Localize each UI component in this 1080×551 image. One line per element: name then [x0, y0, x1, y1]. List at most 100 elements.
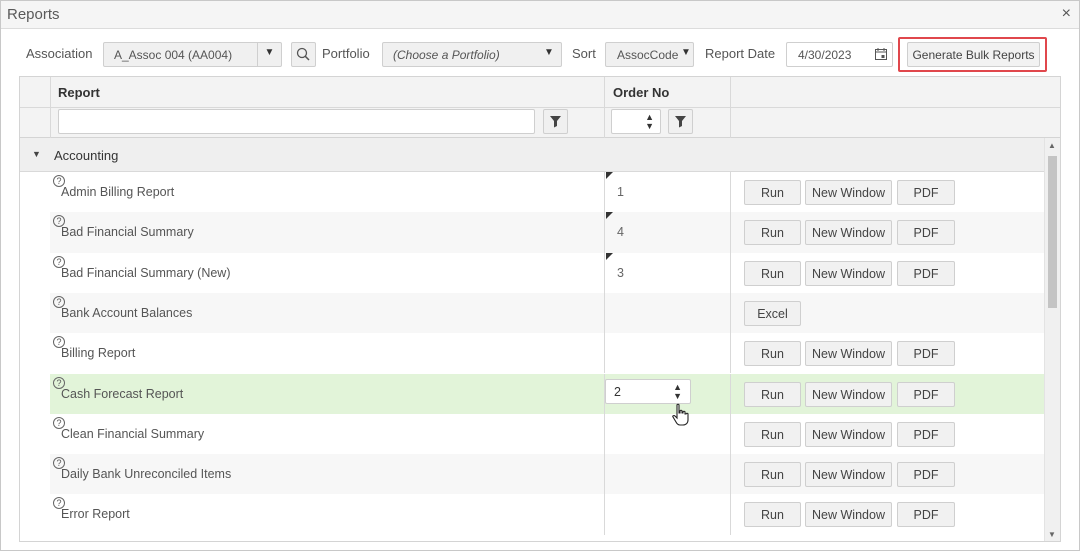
scroll-up-icon[interactable]: ▲ [1048, 141, 1056, 150]
excel-button[interactable]: Excel [744, 300, 801, 326]
filter-icon [550, 116, 561, 128]
order-no-cell[interactable]: 2 ▲ ▼ [604, 373, 730, 414]
report-name-cell: Admin Billing Report? [50, 172, 604, 212]
actions-cell: Excel [730, 292, 1044, 334]
table-row[interactable]: Bad Financial Summary (New)? 3 Run New Wind… [20, 252, 1044, 293]
report-filter-button[interactable] [543, 109, 568, 134]
order-no-cell[interactable]: 4 [604, 212, 730, 253]
actions-cell: Run New Window PDF [730, 373, 1044, 414]
table-row[interactable]: Bank Account Balances? Excel [20, 292, 1044, 334]
vertical-scrollbar[interactable]: ▲ ▼ [1044, 138, 1060, 541]
report-name: Error Report [61, 507, 130, 522]
run-button[interactable]: Run [744, 502, 801, 528]
table-row[interactable]: Bad Financial Summary? 4 Run New Window PDF [20, 212, 1044, 253]
pdf-button[interactable]: PDF [897, 502, 955, 528]
chevron-down-icon: ▼ [544, 47, 554, 58]
run-button[interactable]: Run [744, 180, 801, 205]
scroll-down-icon[interactable]: ▼ [1048, 530, 1056, 539]
new-window-button[interactable]: New Window [805, 260, 892, 286]
generate-bulk-reports-button[interactable]: Generate Bulk Reports [907, 42, 1040, 67]
report-name-cell: Error Report? [50, 494, 604, 534]
table-row[interactable]: Clean Financial Summary? Run New Window PDF [20, 413, 1044, 455]
run-button[interactable]: Run [744, 462, 801, 488]
report-name: Bank Account Balances [61, 305, 193, 320]
row-indent [20, 172, 50, 213]
report-name: Daily Bank Unreconciled Items [61, 467, 232, 482]
new-window-button[interactable]: New Window [805, 502, 892, 528]
reports-grid: Report Order No ▲ ▼ ▼ Accounting Admin B… [19, 76, 1061, 542]
pdf-button[interactable]: PDF [897, 421, 955, 447]
table-row[interactable]: Cash Forecast Report? 2 ▲ ▼ Run New Window PDF [20, 373, 1044, 414]
new-window-button[interactable]: New Window [805, 220, 892, 246]
new-window-button[interactable]: New Window [805, 462, 892, 488]
report-name-cell: Bad Financial Summary (New)? [50, 253, 604, 293]
header-divider [20, 107, 1060, 108]
pdf-button[interactable]: PDF [897, 180, 955, 205]
new-window-button[interactable]: New Window [805, 421, 892, 447]
actions-cell: Run New Window PDF [730, 413, 1044, 455]
order-no-cell[interactable] [604, 292, 730, 334]
chevron-down-icon: ▼ [681, 47, 691, 58]
run-button[interactable]: Run [744, 381, 801, 407]
report-date-field[interactable]: 4/30/2023 [786, 42, 893, 67]
row-indent [20, 413, 50, 455]
spinner-icon[interactable]: ▲ ▼ [645, 113, 654, 131]
pdf-button[interactable]: PDF [897, 341, 955, 367]
order-no-cell[interactable] [604, 413, 730, 455]
order-no-cell[interactable] [604, 333, 730, 374]
order-no-value: 4 [617, 225, 624, 240]
row-indent [20, 252, 50, 293]
new-window-button[interactable]: New Window [805, 180, 892, 205]
report-date-label: Report Date [705, 46, 776, 61]
portfolio-dropdown[interactable]: (Choose a Portfolio) ▼ [382, 42, 562, 67]
report-date-value: 4/30/2023 [798, 48, 852, 62]
association-dropdown[interactable]: A_Assoc 004 (AA004) ▼ [103, 42, 282, 67]
new-window-button[interactable]: New Window [805, 341, 892, 367]
dirty-cell-flag [606, 252, 613, 260]
close-icon[interactable]: × [1062, 5, 1071, 23]
table-row[interactable]: Admin Billing Report? 1 Run New Window PDF [20, 172, 1044, 213]
search-button[interactable] [291, 42, 316, 67]
order-no-editor[interactable]: 2 ▲ ▼ [605, 378, 691, 404]
sort-value: AssocCode [617, 48, 679, 62]
report-name-cell: Bad Financial Summary? [50, 212, 604, 253]
pdf-button[interactable]: PDF [897, 220, 955, 246]
search-icon [296, 47, 310, 61]
pdf-button[interactable]: PDF [897, 381, 955, 407]
table-row[interactable]: Error Report? Run New Window PDF [20, 494, 1044, 535]
table-row[interactable]: Daily Bank Unreconciled Items? Run New Win… [20, 454, 1044, 495]
spinner-icon[interactable]: ▲ ▼ [673, 382, 682, 401]
report-name-cell: Bank Account Balances? [50, 292, 604, 334]
table-row[interactable]: Billing Report? Run New Window PDF [20, 333, 1044, 374]
group-row-accounting[interactable]: ▼ Accounting [20, 138, 1044, 172]
scrollbar-thumb[interactable] [1048, 156, 1057, 308]
report-name: Billing Report [61, 346, 136, 361]
pdf-button[interactable]: PDF [897, 462, 955, 488]
report-name: Cash Forecast Report [61, 386, 184, 401]
row-indent [20, 454, 50, 495]
row-indent [20, 333, 50, 374]
reports-window: Reports × Association A_Assoc 004 (AA004… [0, 0, 1080, 551]
order-no-filter-input[interactable]: ▲ ▼ [611, 109, 661, 134]
run-button[interactable]: Run [744, 260, 801, 286]
order-no-cell[interactable]: 3 [604, 252, 730, 293]
report-name: Bad Financial Summary (New) [61, 265, 231, 280]
report-name: Bad Financial Summary [61, 225, 194, 240]
run-button[interactable]: Run [744, 341, 801, 367]
order-no-cell[interactable] [604, 454, 730, 495]
order-no-cell[interactable]: 1 [604, 172, 730, 213]
run-button[interactable]: Run [744, 421, 801, 447]
group-label: Accounting [54, 148, 119, 163]
calendar-icon[interactable] [874, 47, 888, 64]
sort-dropdown[interactable]: AssocCode ▼ [605, 42, 694, 67]
report-filter-input[interactable] [58, 109, 535, 134]
row-indent [20, 373, 50, 414]
pdf-button[interactable]: PDF [897, 260, 955, 286]
order-no-cell[interactable] [604, 494, 730, 535]
run-button[interactable]: Run [744, 220, 801, 246]
row-indent [20, 494, 50, 535]
order-no-filter-button[interactable] [668, 109, 693, 134]
report-name-cell: Billing Report? [50, 333, 604, 373]
new-window-button[interactable]: New Window [805, 381, 892, 407]
collapse-triangle-icon[interactable]: ▼ [32, 149, 41, 159]
